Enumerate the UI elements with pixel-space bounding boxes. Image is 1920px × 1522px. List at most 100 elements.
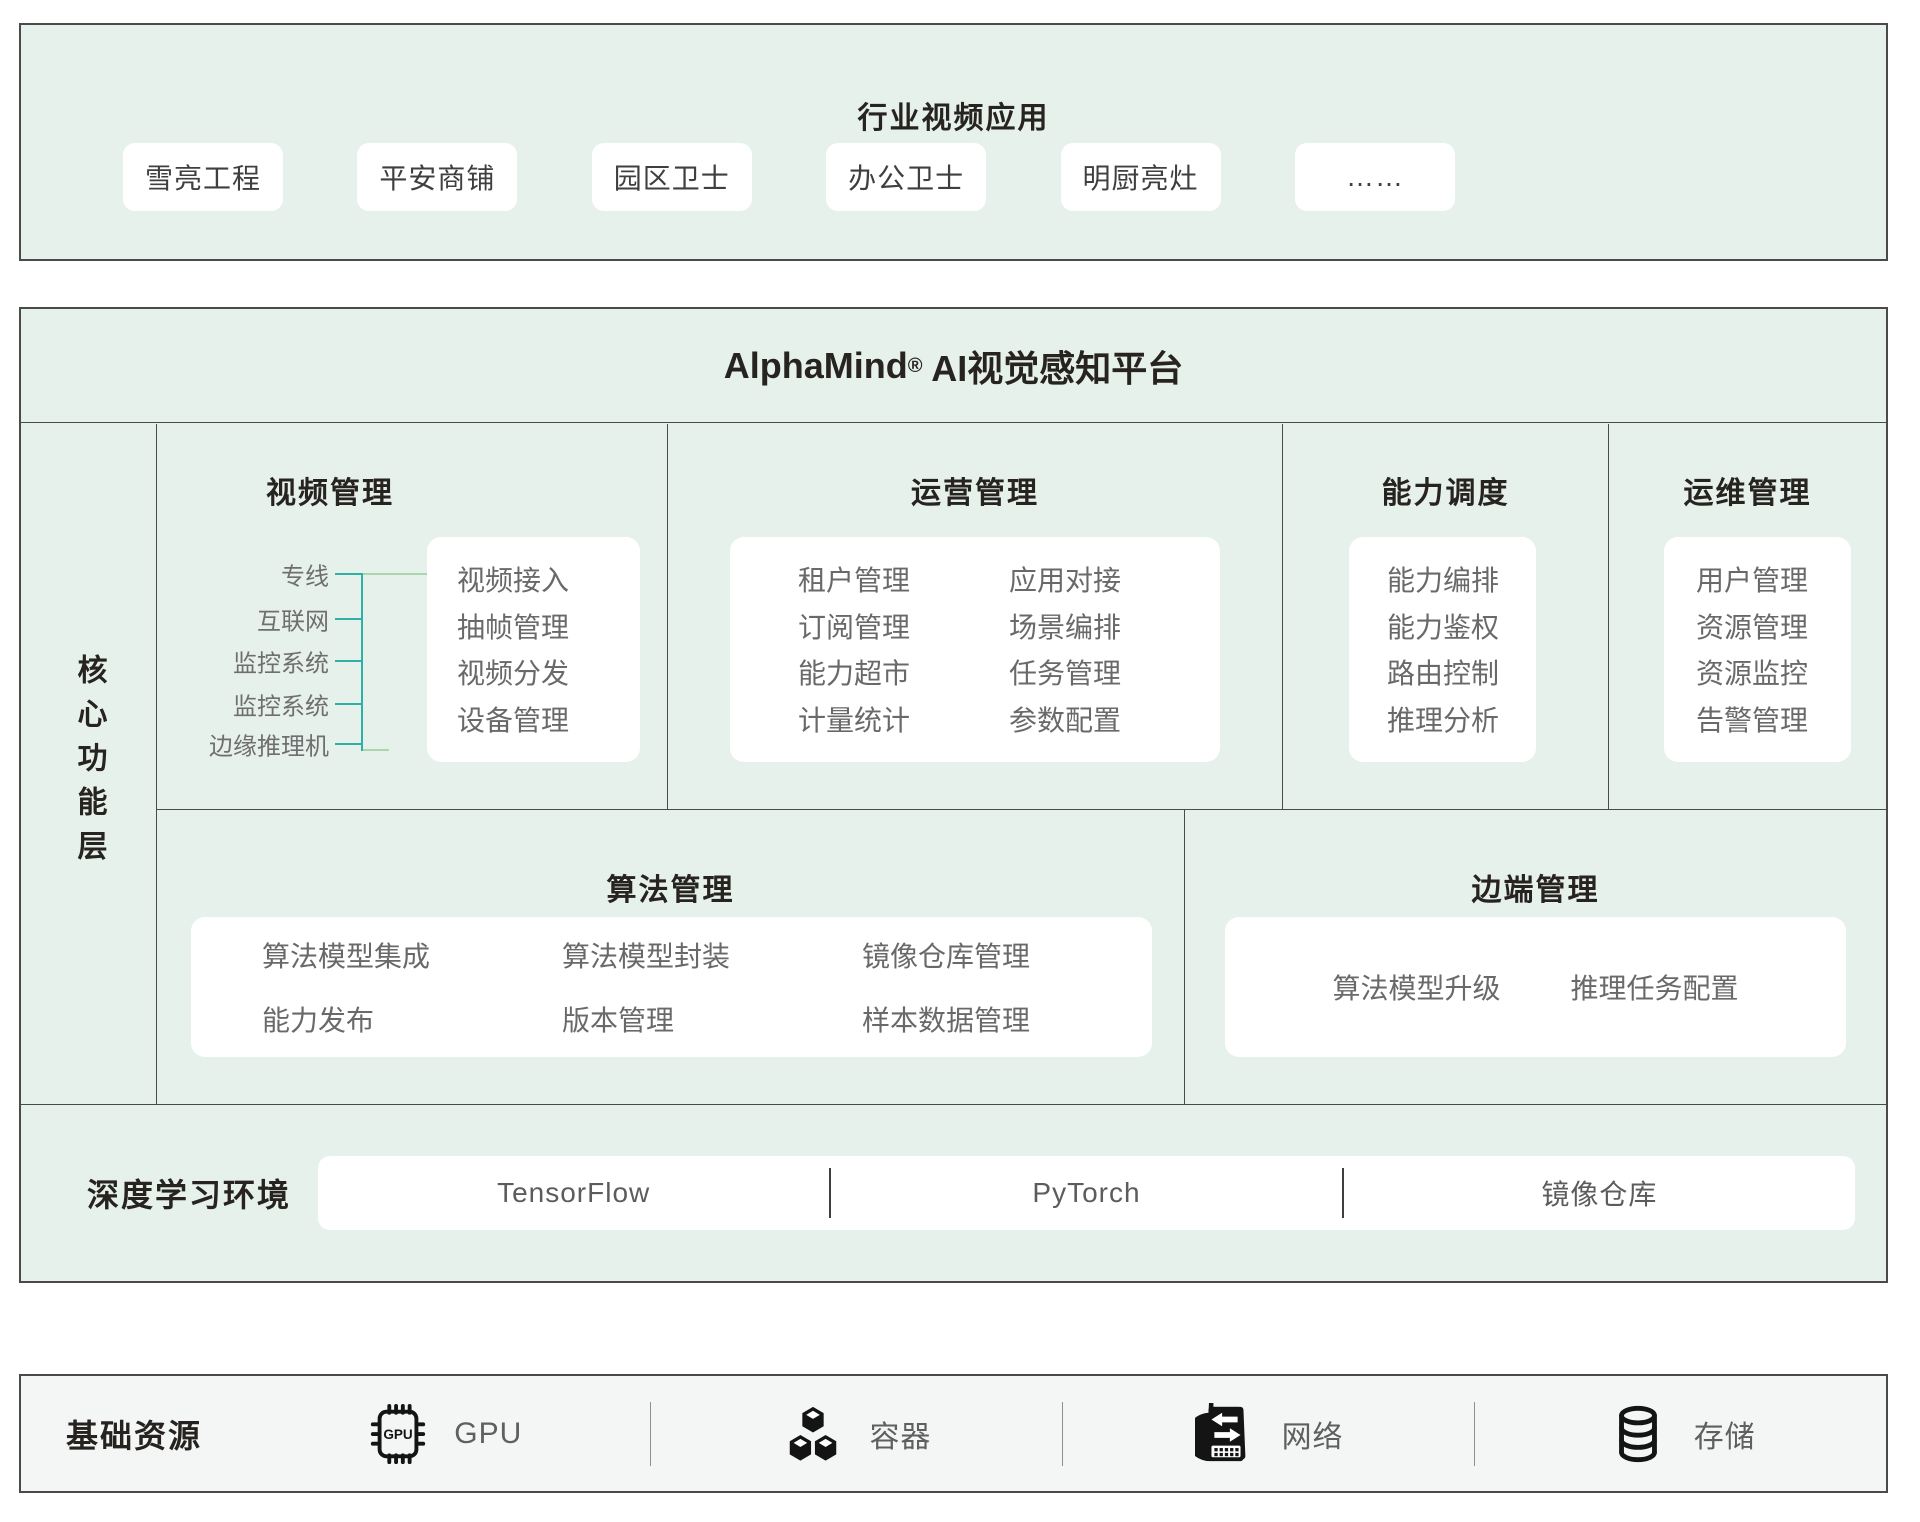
edge-box: 算法模型升级 推理任务配置 <box>1225 917 1846 1057</box>
dl-framework: TensorFlow <box>318 1156 829 1230</box>
om-management-header: 运维管理 <box>1609 468 1886 512</box>
resource-label: 存储 <box>1694 1412 1756 1456</box>
connector-trunk <box>361 573 363 751</box>
video-source-label: 互联网 <box>257 601 329 636</box>
rows-wrap: 视频管理 专线 互联网 监控系统 监控系统 边缘推理机 <box>157 424 1886 1104</box>
resource-gpu: GPU GPU <box>239 1376 650 1491</box>
video-function: 设备管理 <box>457 699 640 739</box>
storage-database-icon <box>1606 1402 1670 1466</box>
connector-branch <box>335 573 362 575</box>
om-item: 资源监控 <box>1696 652 1851 692</box>
connector-branch <box>335 743 362 745</box>
operations-item: 任务管理 <box>1009 652 1220 692</box>
video-source-label: 专线 <box>281 556 329 591</box>
operations-item: 场景编排 <box>1009 606 1220 646</box>
operations-item: 应用对接 <box>1009 559 1220 599</box>
app-pill: 园区卫士 <box>592 143 752 211</box>
resource-label: 网络 <box>1282 1412 1344 1456</box>
section-om-management: 运维管理 用户管理 资源管理 资源监控 告警管理 <box>1609 424 1886 809</box>
scheduling-item: 能力鉴权 <box>1387 606 1536 646</box>
app-pill: 明厨亮灶 <box>1061 143 1221 211</box>
algorithm-item: 版本管理 <box>562 999 862 1039</box>
capability-scheduling-header: 能力调度 <box>1283 468 1608 512</box>
industry-apps-row: 雪亮工程 平安商铺 园区卫士 办公卫士 明厨亮灶 …… <box>123 143 1455 211</box>
video-source-label: 监控系统 <box>233 643 329 678</box>
app-pill-more: …… <box>1295 143 1455 211</box>
algorithm-item: 算法模型封装 <box>562 935 862 975</box>
section-video-management: 视频管理 专线 互联网 监控系统 监控系统 边缘推理机 <box>157 424 668 809</box>
resource-storage: 存储 <box>1475 1376 1886 1491</box>
video-source-label: 边缘推理机 <box>209 726 329 761</box>
algorithm-item: 样本数据管理 <box>862 999 1152 1039</box>
platform-brand: AlphaMind <box>724 345 908 387</box>
core-layer-strip: 核心功能层 <box>21 424 157 1104</box>
deep-learning-bar: TensorFlow PyTorch 镜像仓库 <box>318 1156 1855 1230</box>
scheduling-item: 路由控制 <box>1387 652 1536 692</box>
gpu-chip-icon: GPU <box>366 1402 430 1466</box>
video-management-header: 视频管理 <box>157 468 503 512</box>
architecture-diagram: 行业视频应用 雪亮工程 平安商铺 园区卫士 办公卫士 明厨亮灶 …… Alpha… <box>0 0 1920 1522</box>
connector-stub <box>363 749 389 751</box>
connector-branch <box>335 618 362 620</box>
app-pill: 办公卫士 <box>826 143 986 211</box>
algorithm-box: 算法模型集成 算法模型封装 镜像仓库管理 能力发布 版本管理 样本数据管理 <box>191 917 1152 1057</box>
resource-label: 容器 <box>869 1412 931 1456</box>
video-functions-box: 视频接入 抽帧管理 视频分发 设备管理 <box>427 537 640 762</box>
platform-title: AlphaMind® AI视觉感知平台 <box>21 309 1886 423</box>
dl-framework: PyTorch <box>831 1156 1342 1230</box>
industry-apps-panel: 行业视频应用 雪亮工程 平安商铺 园区卫士 办公卫士 明厨亮灶 …… <box>19 23 1888 261</box>
operations-item: 能力超市 <box>798 652 1009 692</box>
resource-container: 容器 <box>651 1376 1062 1491</box>
app-pill: 雪亮工程 <box>123 143 283 211</box>
scheduling-item: 推理分析 <box>1387 699 1536 739</box>
algorithm-management-header: 算法管理 <box>157 865 1184 909</box>
section-operations-management: 运营管理 租户管理 订阅管理 能力超市 计量统计 应用对接 <box>668 424 1283 809</box>
edge-item: 推理任务配置 <box>1571 967 1739 1007</box>
algorithm-item: 镜像仓库管理 <box>862 935 1152 975</box>
video-function: 视频分发 <box>457 652 640 692</box>
resource-label: GPU <box>454 1417 522 1451</box>
section-algorithm-management: 算法管理 算法模型集成 算法模型封装 镜像仓库管理 能力发布 版本管理 样本数据… <box>157 810 1185 1104</box>
connector-to-box <box>363 573 428 575</box>
industry-apps-title: 行业视频应用 <box>21 93 1886 137</box>
operations-box: 租户管理 订阅管理 能力超市 计量统计 应用对接 场景编排 任务管理 参数配置 <box>730 537 1220 762</box>
core-layer-label: 核心功能层 <box>67 654 111 874</box>
om-item: 告警管理 <box>1696 699 1851 739</box>
row-algorithm-edge: 算法管理 算法模型集成 算法模型封装 镜像仓库管理 能力发布 版本管理 样本数据… <box>157 810 1886 1104</box>
capability-scheduling-box: 能力编排 能力鉴权 路由控制 推理分析 <box>1349 537 1536 762</box>
base-resources-groups: GPU GPU <box>239 1376 1886 1491</box>
row-management: 视频管理 专线 互联网 监控系统 监控系统 边缘推理机 <box>157 424 1886 810</box>
om-item: 资源管理 <box>1696 606 1851 646</box>
operations-item: 订阅管理 <box>798 606 1009 646</box>
platform-body: 核心功能层 视频管理 专线 互联网 监控系统 监控系统 边缘推理机 <box>21 424 1886 1282</box>
app-pill: 平安商铺 <box>357 143 517 211</box>
operations-item: 计量统计 <box>798 699 1009 739</box>
om-box: 用户管理 资源管理 资源监控 告警管理 <box>1664 537 1851 762</box>
resource-network: 网络 <box>1063 1376 1474 1491</box>
operations-item: 租户管理 <box>798 559 1009 599</box>
om-item: 用户管理 <box>1696 559 1851 599</box>
algorithm-item: 能力发布 <box>262 999 562 1039</box>
platform-title-rest: AI视觉感知平台 <box>923 340 1184 392</box>
connector-branch <box>335 703 362 705</box>
svg-text:GPU: GPU <box>384 1426 413 1441</box>
containers-icon <box>781 1402 845 1466</box>
operations-item: 参数配置 <box>1009 699 1220 739</box>
edge-item: 算法模型升级 <box>1332 967 1500 1007</box>
network-switch-icon <box>1194 1402 1258 1466</box>
video-function: 视频接入 <box>457 559 640 599</box>
edge-management-header: 边端管理 <box>1185 865 1886 909</box>
video-source-label: 监控系统 <box>233 686 329 721</box>
dl-framework: 镜像仓库 <box>1344 1156 1855 1230</box>
algorithm-item: 算法模型集成 <box>262 935 562 975</box>
section-capability-scheduling: 能力调度 能力编排 能力鉴权 路由控制 推理分析 <box>1283 424 1609 809</box>
operations-management-header: 运营管理 <box>668 468 1282 512</box>
platform-panel: AlphaMind® AI视觉感知平台 核心功能层 视频管理 专线 互联网 监控… <box>19 307 1888 1283</box>
base-resources-panel: 基础资源 GPU GPU <box>19 1374 1888 1493</box>
section-edge-management: 边端管理 算法模型升级 推理任务配置 <box>1185 810 1886 1104</box>
base-resources-label: 基础资源 <box>66 1411 202 1457</box>
core-function-rows: 核心功能层 视频管理 专线 互联网 监控系统 监控系统 边缘推理机 <box>21 424 1886 1104</box>
deep-learning-label: 深度学习环境 <box>87 1170 291 1216</box>
connector-branch <box>335 660 362 662</box>
scheduling-item: 能力编排 <box>1387 559 1536 599</box>
